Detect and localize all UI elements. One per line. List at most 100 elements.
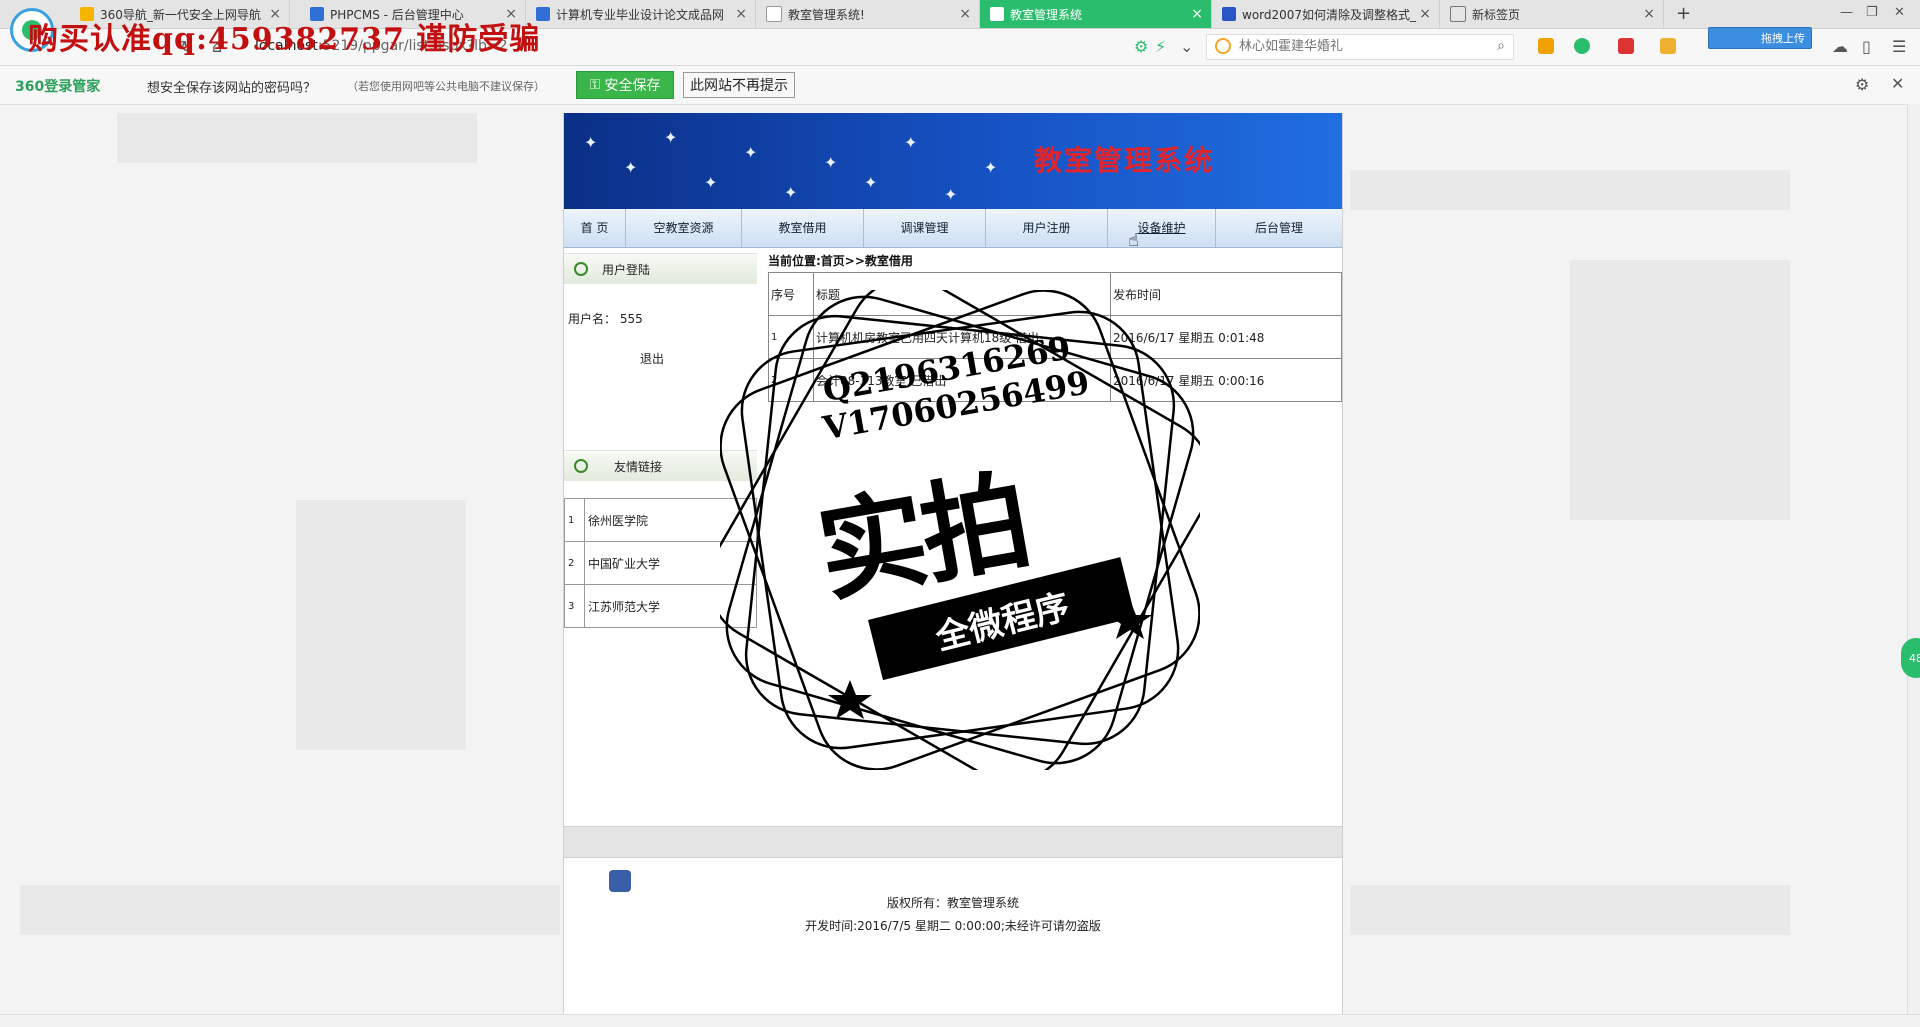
footer-bar (564, 826, 1342, 858)
password-manager-bar: 360登录管家 想安全保存该网站的密码吗？ （若您使用网吧等公共电脑不建议保存）… (0, 66, 1920, 105)
search-engine-icon (1215, 38, 1231, 54)
username-value: 555 (619, 312, 643, 326)
phone-icon[interactable]: ▯ (1862, 37, 1871, 56)
menu-label: 设备维护 (1137, 221, 1186, 235)
tab-label: 教室管理系统 (1010, 7, 1083, 22)
gear-icon[interactable]: ⚙ (1855, 75, 1869, 94)
tab-label: word2007如何清除及调整格式_ (1242, 7, 1417, 22)
menu-register[interactable]: 用户注册 (986, 209, 1108, 247)
close-icon[interactable]: × (959, 6, 971, 22)
close-icon[interactable]: × (735, 6, 747, 22)
tab-favicon-icon (1222, 7, 1236, 21)
upload-label: 拖拽上传 (1761, 32, 1805, 45)
butterfly-decoration: ✦ (744, 143, 758, 162)
faded-background-block (1350, 885, 1790, 935)
key-icon: ⚿ (589, 77, 605, 93)
main-menu: 首 页 空教室资源 教室借用 调课管理 用户注册 设备维护 后台管理 (564, 209, 1342, 248)
tab-classroom-active[interactable]: 教室管理系统 × (980, 0, 1212, 28)
close-icon[interactable]: × (1191, 6, 1203, 22)
logout-link[interactable]: 退出 (640, 350, 664, 367)
faded-background-block (1350, 170, 1790, 210)
shield-icon[interactable] (1574, 38, 1590, 54)
login-panel-header: 用户登陆 (564, 253, 757, 284)
tab-label: 新标签页 (1472, 7, 1521, 22)
chevron-down-icon[interactable]: ⌄ (1180, 37, 1193, 56)
menu-device[interactable]: 设备维护 (1108, 209, 1216, 247)
tab-newtab[interactable]: 新标签页 × (1440, 0, 1664, 28)
tab-label: 计算机专业毕业设计论文成品网 (556, 7, 725, 22)
sidebar: 用户登陆 (564, 253, 757, 284)
username-label: 用户名： (568, 312, 617, 326)
status-bar (0, 1014, 1920, 1027)
floating-widget[interactable]: 48 (1901, 638, 1920, 678)
pdf-icon[interactable] (1618, 38, 1634, 54)
menu-label: 空教室资源 (653, 221, 714, 235)
butterfly-decoration: ✦ (784, 183, 798, 202)
cloud-icon[interactable]: ☁ (1832, 37, 1848, 56)
tab-thesis[interactable]: 计算机专业毕业设计论文成品网 × (526, 0, 756, 28)
speed-icon[interactable]: ⚙ (1134, 37, 1148, 56)
menu-label: 后台管理 (1254, 221, 1303, 235)
upload-button[interactable]: 拖拽上传 (1708, 27, 1812, 49)
menu-admin[interactable]: 后台管理 (1216, 209, 1342, 247)
menu-borrow[interactable]: 教室借用 (742, 209, 864, 247)
search-input[interactable] (1237, 38, 1481, 55)
image-icon[interactable] (1660, 38, 1676, 54)
apps-icon[interactable] (1538, 38, 1554, 54)
faded-background-block (1570, 260, 1790, 520)
grid-icon (1450, 6, 1466, 22)
faded-background-block (296, 500, 466, 750)
safe-save-label: 安全保存 (604, 78, 661, 94)
menu-course-adjust[interactable]: 调课管理 (864, 209, 986, 247)
menu-icon[interactable]: ☰ (1892, 37, 1906, 56)
minimize-icon[interactable]: — (1840, 5, 1853, 20)
footer-copyright: 版权所有：教室管理系统 (886, 896, 1019, 910)
butterfly-decoration: ✦ (824, 153, 838, 172)
page-icon (990, 7, 1004, 21)
butterfly-decoration: ✦ (864, 173, 878, 192)
close-icon[interactable]: × (1419, 6, 1431, 22)
tab-classroom-1[interactable]: 教室管理系统! × (756, 0, 980, 28)
close-icon[interactable]: ✕ (1891, 74, 1904, 93)
tab-word2007[interactable]: word2007如何清除及调整格式_ × (1212, 0, 1440, 28)
new-tab-button[interactable]: + (1676, 3, 1691, 24)
menu-label: 用户注册 (1022, 221, 1071, 235)
menu-home[interactable]: 首 页 (564, 209, 626, 247)
close-window-icon[interactable]: ✕ (1894, 5, 1905, 20)
login-panel-icon (574, 262, 588, 276)
butterfly-decoration: ✦ (944, 185, 958, 204)
username-row: 用户名： 555 (568, 310, 643, 327)
search-icon[interactable]: ⌕ (1497, 38, 1505, 54)
login-panel-title: 用户登陆 (602, 262, 651, 277)
footer-logo-icon (609, 870, 631, 892)
site-title: 教室管理系统 (1034, 144, 1215, 177)
never-prompt-button[interactable]: 此网站不再提示 (683, 72, 795, 98)
mouse-cursor-icon: ☝ (1128, 230, 1139, 251)
menu-label: 教室借用 (778, 221, 827, 235)
butterfly-decoration: ✦ (664, 128, 678, 147)
site-banner: ✦ ✦ ✦ ✦ ✦ ✦ ✦ ✦ ✦ ✦ ✦ 教室管理系统 (564, 113, 1342, 209)
safe-save-button[interactable]: ⚿ 安全保存 (576, 71, 674, 99)
scrollbar[interactable] (1907, 104, 1920, 1014)
footer-dev-time: 开发时间:2016/7/5 星期二 0:00:00;未经许可请勿盗版 (805, 919, 1101, 933)
link-num: 3 (564, 584, 585, 628)
tab-label: 教室管理系统! (788, 7, 865, 22)
butterfly-decoration: ✦ (704, 173, 718, 192)
butterfly-decoration: ✦ (624, 158, 638, 177)
password-note: （若您使用网吧等公共电脑不建议保存） (347, 80, 545, 93)
password-question: 想安全保存该网站的密码吗？ (147, 81, 317, 96)
link-num: 1 (564, 498, 585, 542)
search-field[interactable]: ⌕ (1206, 34, 1514, 60)
butterfly-decoration: ✦ (904, 133, 918, 152)
close-icon[interactable]: × (1643, 6, 1655, 22)
purchase-watermark: 购买认准qq:459382737 谨防受骗 (28, 22, 541, 57)
link-num: 2 (564, 541, 585, 585)
butterfly-decoration: ✦ (584, 133, 598, 152)
menu-free-rooms[interactable]: 空教室资源 (626, 209, 742, 247)
restore-icon[interactable]: ❐ (1866, 5, 1878, 20)
links-panel-icon (574, 459, 588, 473)
lightning-icon[interactable]: ⚡ (1155, 37, 1166, 56)
links-panel-title: 友情链接 (614, 459, 663, 474)
butterfly-decoration: ✦ (984, 158, 998, 177)
password-manager-logo: 360登录管家 (15, 79, 101, 95)
